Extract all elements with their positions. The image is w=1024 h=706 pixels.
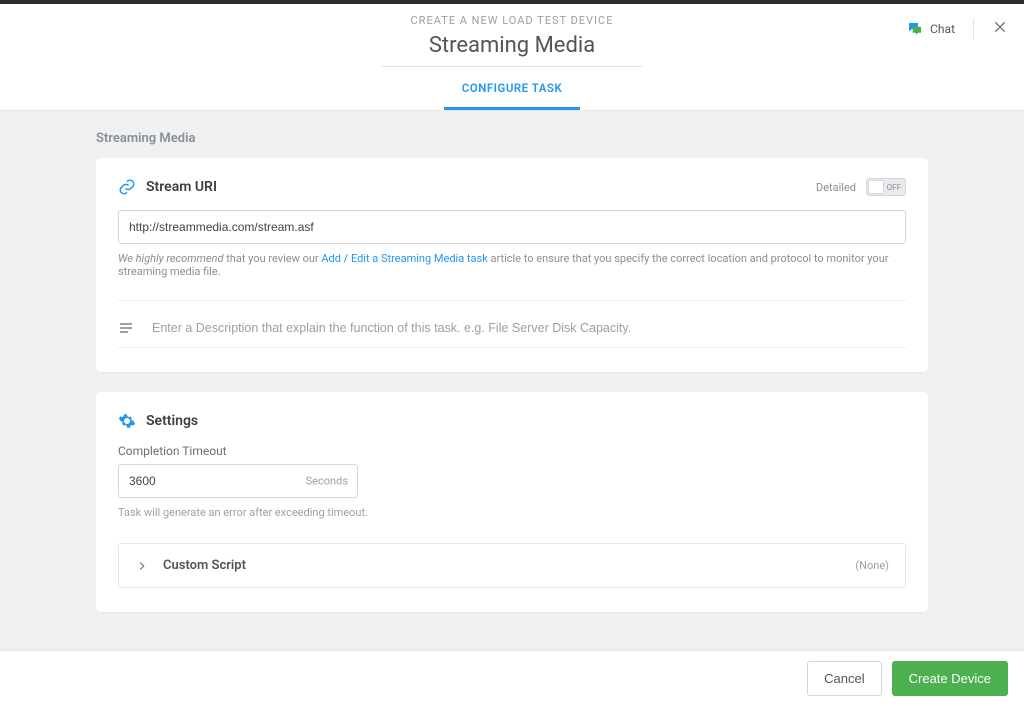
- stream-uri-input[interactable]: [118, 210, 906, 244]
- create-device-button[interactable]: Create Device: [892, 661, 1008, 696]
- help-mid: that you review our: [223, 252, 321, 265]
- stream-uri-card: Stream URI Detailed OFF We highly recomm…: [96, 158, 928, 372]
- stream-uri-title: Stream URI: [146, 179, 217, 195]
- help-link[interactable]: Add / Edit a Streaming Media task: [321, 252, 487, 265]
- divider: [973, 18, 974, 40]
- custom-script-accordion[interactable]: Custom Script (None): [118, 543, 906, 588]
- chat-label: Chat: [930, 22, 955, 36]
- detailed-toggle[interactable]: OFF: [866, 178, 906, 196]
- description-icon: [118, 320, 134, 336]
- chat-button[interactable]: Chat: [906, 20, 955, 38]
- chat-icon: [906, 20, 924, 38]
- link-icon: [118, 178, 136, 196]
- gear-icon: [118, 412, 136, 430]
- divider: [118, 300, 906, 301]
- header: CREATE A NEW LOAD TEST DEVICE Streaming …: [0, 4, 1024, 111]
- close-button[interactable]: [992, 19, 1008, 39]
- custom-script-label: Custom Script: [163, 558, 246, 573]
- toggle-knob: [868, 180, 884, 194]
- toggle-state-label: OFF: [887, 183, 901, 192]
- timeout-hint: Task will generate an error after exceed…: [118, 506, 906, 519]
- description-input[interactable]: [152, 315, 906, 341]
- help-em: We highly recommend: [118, 252, 223, 265]
- tab-configure-task[interactable]: CONFIGURE TASK: [444, 71, 580, 110]
- stream-help-text: We highly recommend that you review our …: [118, 252, 906, 278]
- section-label: Streaming Media: [96, 131, 928, 146]
- settings-title: Settings: [146, 413, 198, 429]
- cancel-button[interactable]: Cancel: [807, 661, 881, 696]
- timeout-label: Completion Timeout: [118, 444, 906, 458]
- detailed-label: Detailed: [816, 181, 856, 194]
- timeout-suffix: Seconds: [306, 475, 348, 488]
- custom-script-status: (None): [855, 559, 889, 572]
- breadcrumb: CREATE A NEW LOAD TEST DEVICE: [0, 14, 1024, 27]
- settings-card: Settings Completion Timeout Seconds Task…: [96, 392, 928, 612]
- page-title: Streaming Media: [382, 33, 642, 67]
- footer-bar: Cancel Create Device: [0, 650, 1024, 706]
- chevron-right-icon: [135, 559, 149, 573]
- close-icon: [992, 19, 1008, 35]
